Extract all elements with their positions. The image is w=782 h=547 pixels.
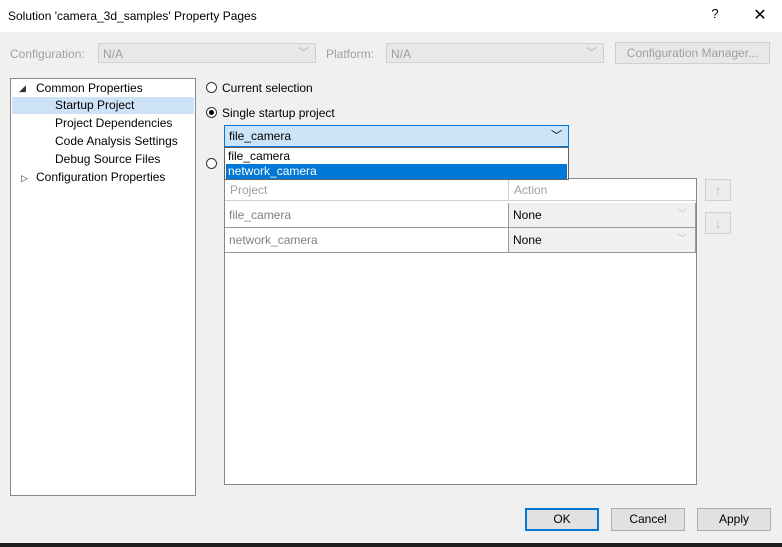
arrow-up-icon: ↑ [714,182,722,198]
title-bar: Solution 'camera_3d_samples' Property Pa… [0,0,782,32]
window-title: Solution 'camera_3d_samples' Property Pa… [8,9,257,23]
tree-item-debug-source-files[interactable]: Debug Source Files [55,151,160,168]
apply-button[interactable]: Apply [697,508,771,531]
dropdown-item-file-camera[interactable]: file_camera [226,149,567,164]
tree-item-common-properties[interactable]: Common Properties [36,80,143,97]
chevron-down-icon: ﹀ [586,47,597,59]
startup-project-combo[interactable]: file_camera ﹀ [224,125,569,147]
move-up-button[interactable]: ↑ [705,179,731,201]
startup-project-dropdown: file_camera network_camera [224,147,569,180]
tree-item-startup-project[interactable]: Startup Project [12,97,194,114]
collapse-arrow-icon[interactable]: ▷ [21,173,28,184]
grid-cell-action[interactable]: None ﹀ [508,203,696,227]
tree-item-project-dependencies[interactable]: Project Dependencies [55,115,172,132]
row-divider [225,252,696,253]
move-down-button[interactable]: ↓ [705,212,731,234]
configuration-combo[interactable]: N/A ﹀ [98,43,316,63]
column-header-project[interactable]: Project [225,179,508,201]
tree-item-code-analysis-settings[interactable]: Code Analysis Settings [55,133,178,150]
close-button[interactable]: ✕ [742,4,778,28]
column-header-action[interactable]: Action [508,179,696,201]
single-startup-radio[interactable] [206,107,217,118]
configuration-label: Configuration: [10,47,85,61]
chevron-down-icon: ﹀ [677,209,687,220]
taskbar-edge [0,543,782,547]
arrow-down-icon: ↓ [714,215,722,231]
chevron-down-icon: ﹀ [677,234,687,245]
grid-cell-project[interactable]: network_camera [225,228,508,252]
grid-cell-action[interactable]: None ﹀ [508,228,696,252]
chevron-down-icon: ﹀ [298,47,309,59]
platform-combo[interactable]: N/A ﹀ [386,43,604,63]
startup-projects-grid: Project Action file_camera None ﹀ networ… [224,178,697,485]
grid-cell-project[interactable]: file_camera [225,203,508,227]
platform-label: Platform: [326,47,375,61]
configuration-manager-button[interactable]: Configuration Manager... [615,42,770,64]
help-button[interactable]: ? [705,6,725,26]
ok-button[interactable]: OK [525,508,599,531]
multiple-startup-radio[interactable] [206,158,217,169]
tree-item-configuration-properties[interactable]: Configuration Properties [36,169,165,186]
action-value: None [513,233,542,247]
chevron-down-icon: ﹀ [551,130,562,142]
startup-project-value: file_camera [229,129,292,143]
property-tree: ◢ Common Properties Startup Project Proj… [10,78,196,496]
dropdown-item-network-camera[interactable]: network_camera [226,164,567,179]
single-startup-label[interactable]: Single startup project [222,106,335,120]
cancel-button[interactable]: Cancel [611,508,685,531]
platform-value: N/A [391,47,412,61]
expand-arrow-icon[interactable]: ◢ [19,83,26,94]
action-value: None [513,208,542,222]
current-selection-label[interactable]: Current selection [222,81,313,95]
current-selection-radio[interactable] [206,82,217,93]
configuration-value: N/A [103,47,124,61]
